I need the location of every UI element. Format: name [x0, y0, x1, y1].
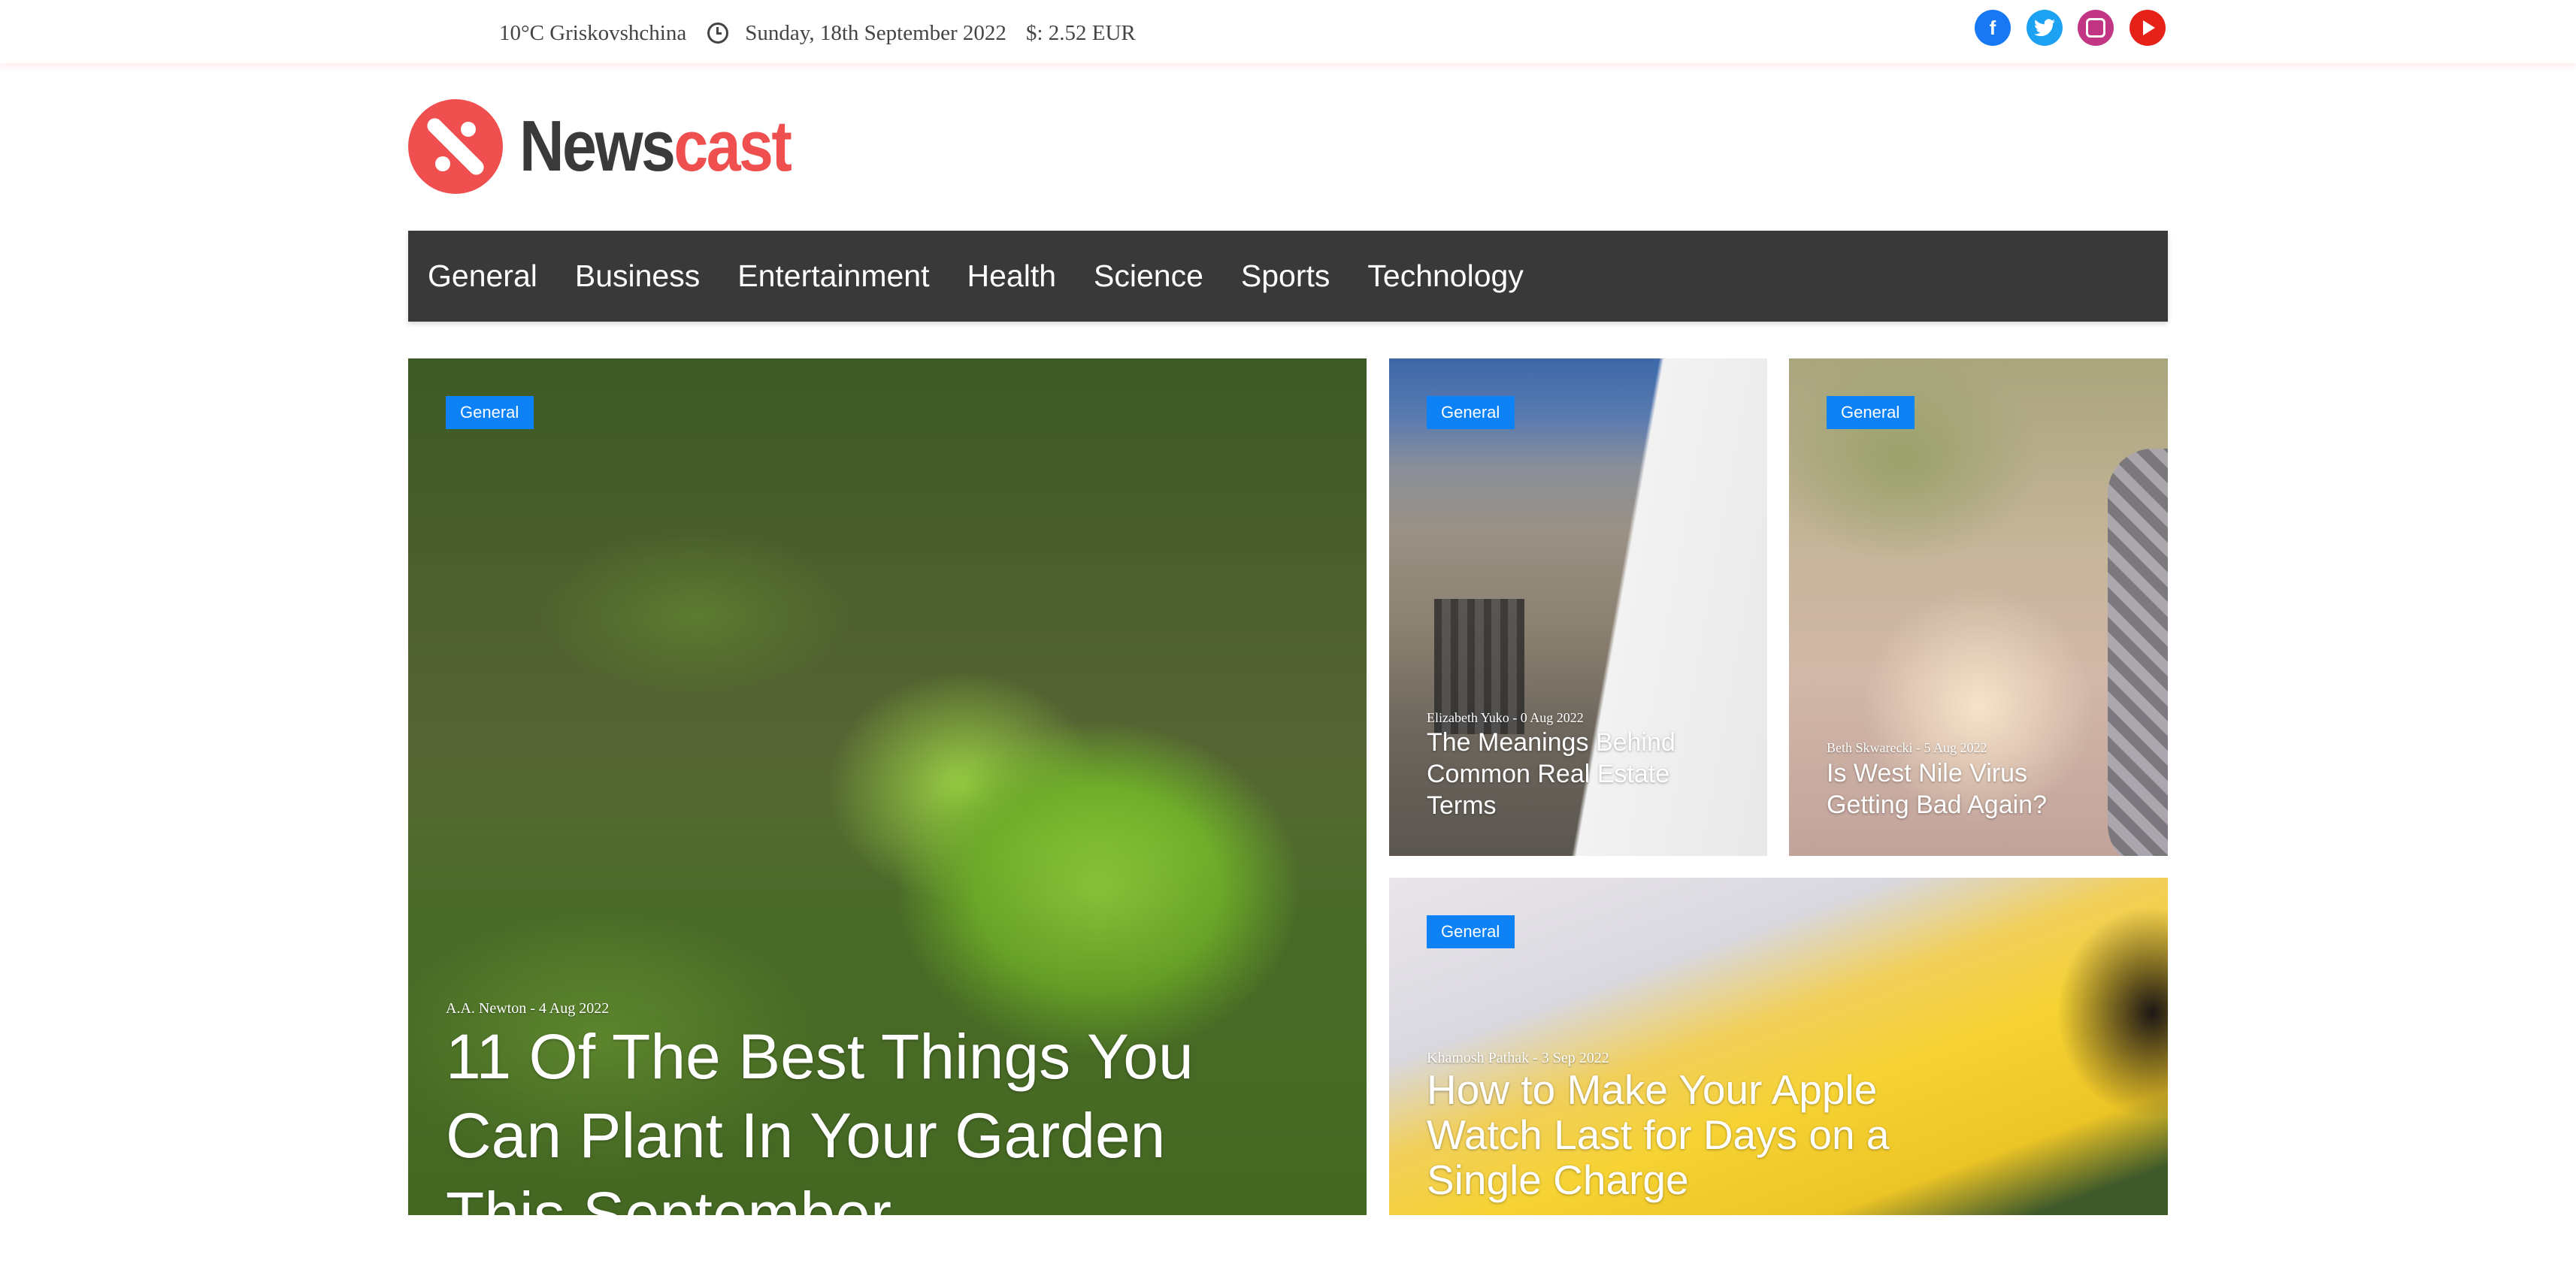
logo-text-cast: cast: [674, 106, 792, 186]
clock-icon: [707, 23, 729, 44]
nav-item-science[interactable]: Science: [1094, 231, 1203, 322]
article-card[interactable]: General Beth Skwarecki - 5 Aug 2022 Is W…: [1789, 358, 2168, 856]
article-title[interactable]: Is West Nile Virus Getting Bad Again?: [1827, 757, 2097, 821]
nav-item-entertainment[interactable]: Entertainment: [737, 231, 929, 322]
article-title[interactable]: 11 Of The Best Things You Can Plant In Y…: [446, 1017, 1197, 1215]
nav-item-sports[interactable]: Sports: [1241, 231, 1330, 322]
article-meta: Khamosh Pathak - 3 Sep 2022: [1427, 1050, 1609, 1066]
article-card[interactable]: General Elizabeth Yuko - 0 Aug 2022 The …: [1389, 358, 1767, 856]
logo-mark-icon: [408, 99, 503, 194]
article-card-wide[interactable]: General Khamosh Pathak - 3 Sep 2022 How …: [1389, 878, 2168, 1215]
nav-item-technology[interactable]: Technology: [1367, 231, 1523, 322]
article-meta: A.A. Newton - 4 Aug 2022: [446, 1000, 610, 1017]
facebook-icon[interactable]: f: [1975, 10, 2011, 46]
date-text: Sunday, 18th September 2022: [745, 21, 1006, 46]
featured-article-card[interactable]: General A.A. Newton - 4 Aug 2022 11 Of T…: [408, 358, 1367, 1215]
logo-wordmark: Newscast: [519, 105, 792, 188]
twitter-icon[interactable]: [2027, 10, 2063, 46]
top-bar: 10°C Griskovshchina Sunday, 18th Septembe…: [0, 0, 2576, 63]
article-title[interactable]: The Meanings Behind Common Real Estate T…: [1427, 727, 1697, 821]
info-ticker: 10°C Griskovshchina Sunday, 18th Septembe…: [499, 17, 1159, 47]
category-badge[interactable]: General: [1427, 396, 1515, 429]
currency-ticker: $: 2.52 EUR: [1025, 21, 1136, 46]
article-meta: Elizabeth Yuko - 0 Aug 2022: [1427, 710, 1584, 725]
article-title[interactable]: How to Make Your Apple Watch Last for Da…: [1427, 1067, 1953, 1202]
nav-item-health[interactable]: Health: [967, 231, 1057, 322]
nav-item-business[interactable]: Business: [575, 231, 700, 322]
category-badge[interactable]: General: [1827, 396, 1915, 429]
category-badge[interactable]: General: [446, 396, 534, 429]
youtube-icon[interactable]: [2130, 10, 2166, 46]
nav-item-general[interactable]: General: [428, 231, 537, 322]
article-meta: Beth Skwarecki - 5 Aug 2022: [1827, 740, 1987, 755]
weather-text: 10°C Griskovshchina: [499, 21, 687, 46]
category-badge[interactable]: General: [1427, 915, 1515, 948]
logo-text-news: News: [519, 106, 676, 186]
main-nav: General Business Entertainment Health Scienc…: [408, 231, 2168, 322]
instagram-icon[interactable]: [2078, 10, 2114, 46]
